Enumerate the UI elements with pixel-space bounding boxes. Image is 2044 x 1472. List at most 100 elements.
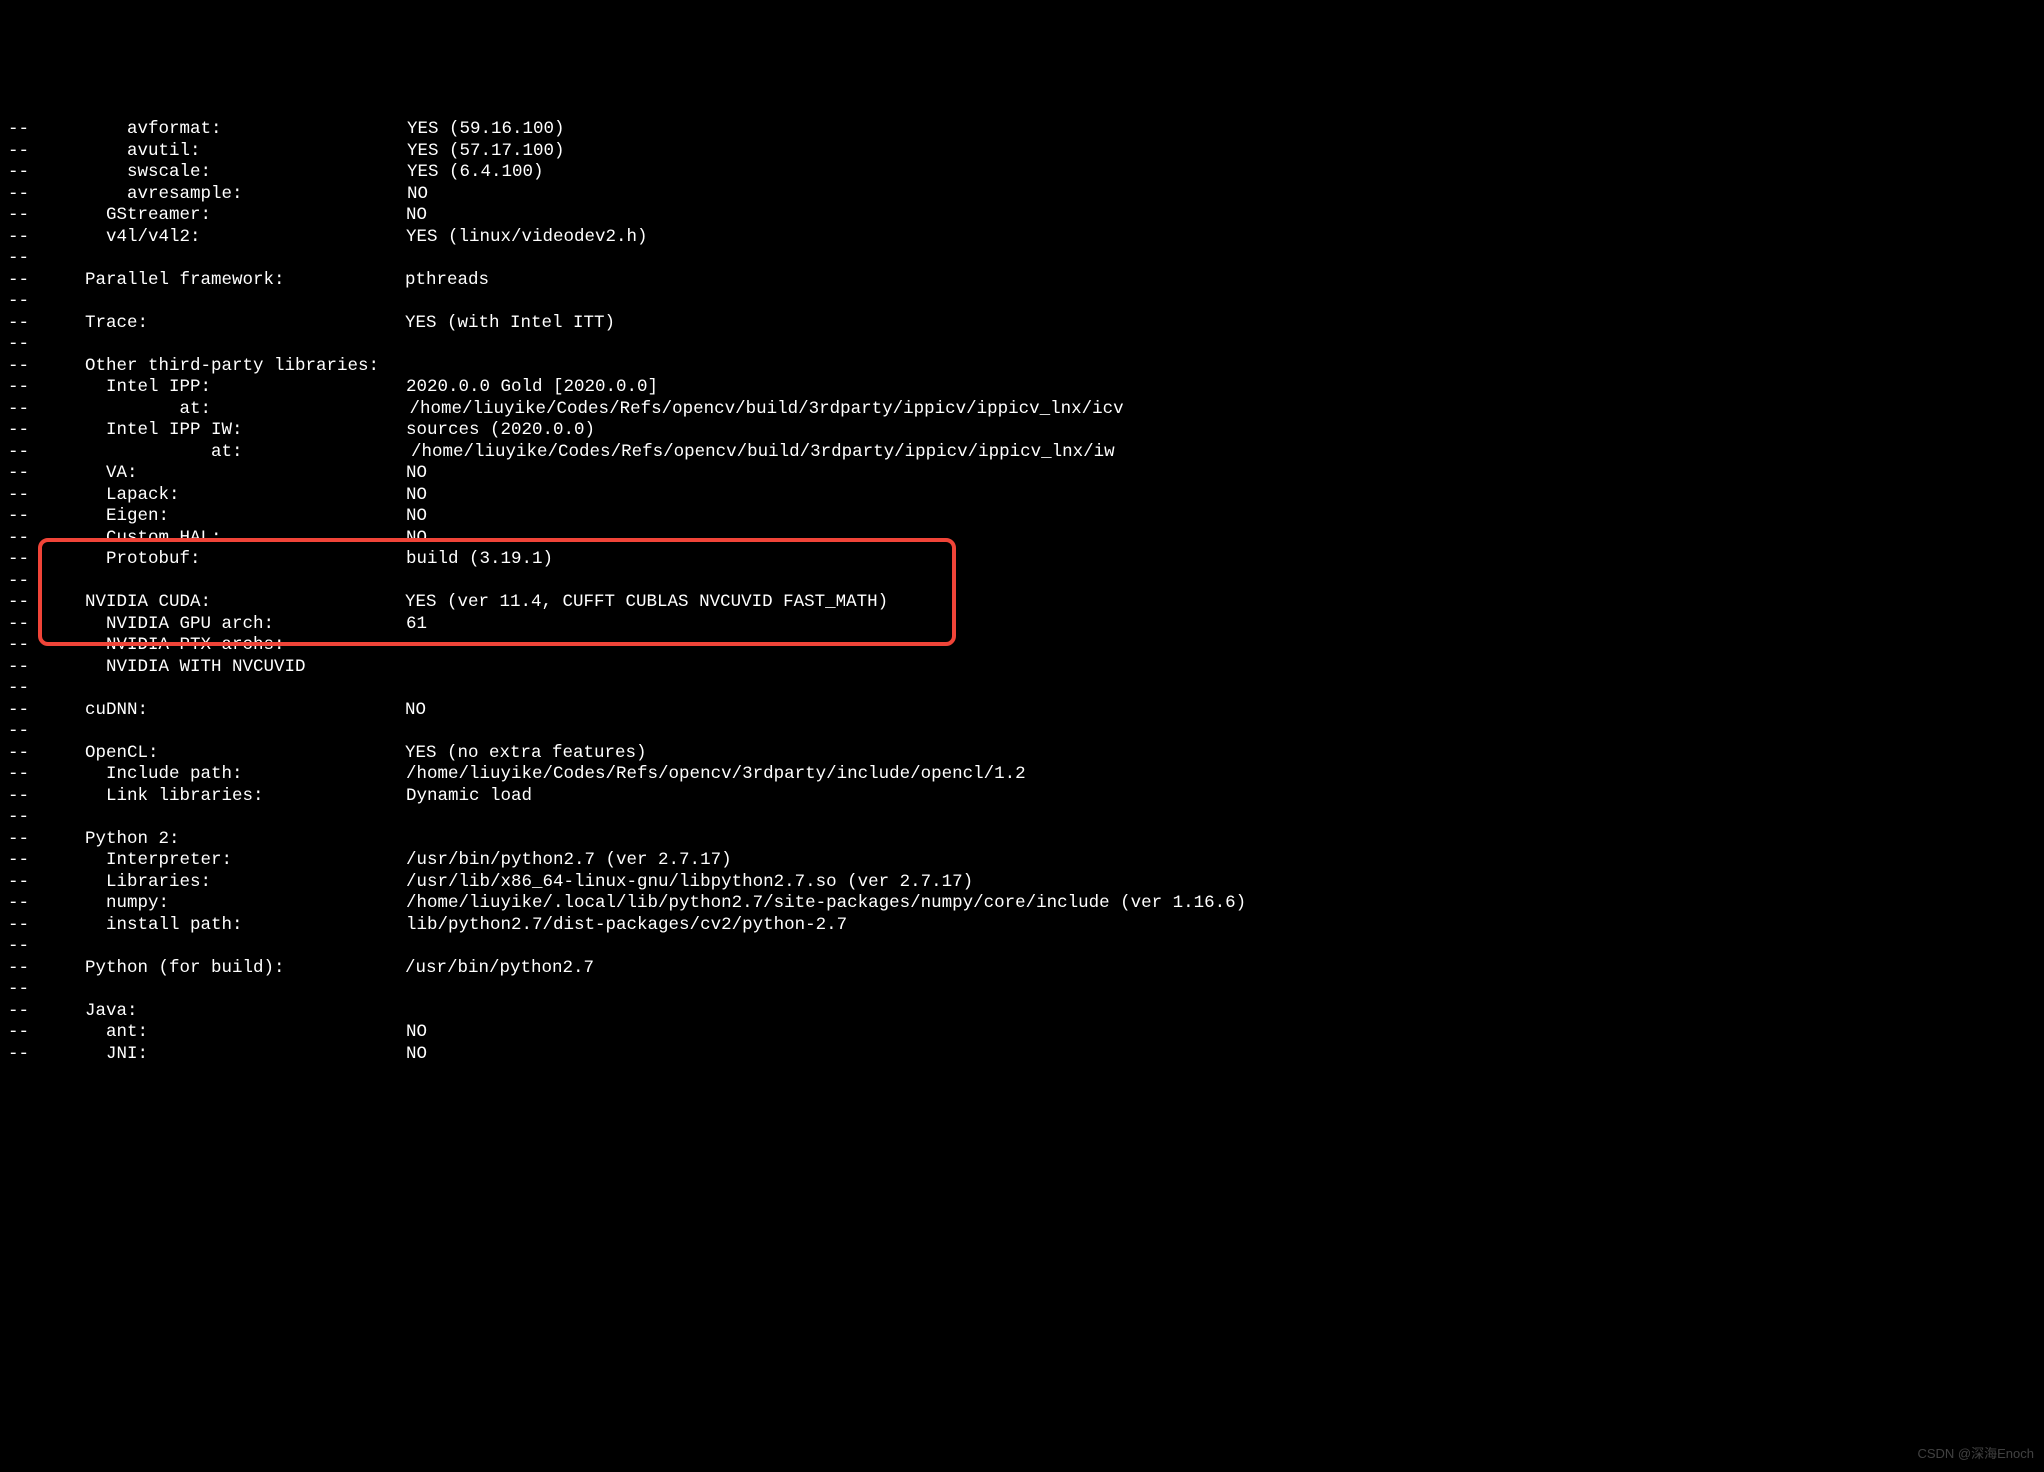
- line-prefix: --: [8, 291, 64, 313]
- config-value: YES (ver 11.4, CUFFT CUBLAS NVCUVID FAST…: [405, 592, 888, 614]
- config-label: Eigen:: [106, 506, 406, 528]
- line-prefix: --: [8, 205, 64, 227]
- terminal-line: -- NVIDIA GPU arch:61: [8, 614, 2036, 636]
- line-indent: [64, 420, 106, 442]
- config-value: pthreads: [405, 270, 489, 292]
- config-value: build (3.19.1): [406, 549, 553, 571]
- line-prefix: --: [8, 657, 64, 679]
- config-label: NVIDIA WITH NVCUVID: [106, 657, 406, 679]
- terminal-line: -- NVIDIA CUDA:YES (ver 11.4, CUFFT CUBL…: [8, 592, 2036, 614]
- config-label: Intel IPP IW:: [106, 420, 406, 442]
- line-prefix: --: [8, 979, 64, 1001]
- line-prefix: --: [8, 893, 64, 915]
- line-indent: [64, 764, 106, 786]
- terminal-line: -- Java:: [8, 1001, 2036, 1023]
- terminal-line: --: [8, 334, 2036, 356]
- config-value: 2020.0.0 Gold [2020.0.0]: [406, 377, 658, 399]
- line-prefix: --: [8, 592, 64, 614]
- config-label: Lapack:: [106, 485, 406, 507]
- config-label: Python (for build):: [85, 958, 405, 980]
- terminal-line: -- Interpreter:/usr/bin/python2.7 (ver 2…: [8, 850, 2036, 872]
- config-label: NVIDIA PTX archs:: [106, 635, 406, 657]
- terminal-line: -- OpenCL:YES (no extra features): [8, 743, 2036, 765]
- terminal-line: -- Other third-party libraries:: [8, 356, 2036, 378]
- terminal-line: -- at:/home/liuyike/Codes/Refs/opencv/bu…: [8, 442, 2036, 464]
- line-indent: [64, 786, 106, 808]
- line-indent: [64, 356, 85, 378]
- line-prefix: --: [8, 162, 64, 184]
- line-indent: [64, 1022, 106, 1044]
- config-label: NVIDIA GPU arch:: [106, 614, 406, 636]
- line-prefix: --: [8, 678, 64, 700]
- config-value: YES (59.16.100): [407, 119, 565, 141]
- line-prefix: --: [8, 184, 64, 206]
- line-prefix: --: [8, 936, 64, 958]
- config-value: /home/liuyike/Codes/Refs/opencv/3rdparty…: [406, 764, 1026, 786]
- line-indent: [64, 485, 106, 507]
- line-indent: [64, 743, 85, 765]
- line-indent: [64, 614, 106, 636]
- line-indent: [64, 700, 85, 722]
- config-value: 61: [406, 614, 427, 636]
- config-value: /usr/bin/python2.7: [405, 958, 594, 980]
- line-indent: [64, 399, 180, 421]
- line-prefix: --: [8, 227, 64, 249]
- config-value: /home/liuyike/Codes/Refs/opencv/build/3r…: [411, 442, 1115, 464]
- line-prefix: --: [8, 571, 64, 593]
- line-prefix: --: [8, 614, 64, 636]
- config-label: at:: [180, 399, 410, 421]
- line-prefix: --: [8, 721, 64, 743]
- config-label: Interpreter:: [106, 850, 406, 872]
- config-value: NO: [406, 1022, 427, 1044]
- line-prefix: --: [8, 1044, 64, 1066]
- config-label: avresample:: [127, 184, 407, 206]
- line-indent: [64, 657, 106, 679]
- config-value: lib/python2.7/dist-packages/cv2/python-2…: [406, 915, 847, 937]
- line-indent: [64, 915, 106, 937]
- config-value: /usr/lib/x86_64-linux-gnu/libpython2.7.s…: [406, 872, 973, 894]
- line-prefix: --: [8, 872, 64, 894]
- terminal-line: -- at:/home/liuyike/Codes/Refs/opencv/bu…: [8, 399, 2036, 421]
- terminal-line: -- JNI:NO: [8, 1044, 2036, 1066]
- terminal-line: --: [8, 807, 2036, 829]
- terminal-line: --: [8, 979, 2036, 1001]
- config-label: JNI:: [106, 1044, 406, 1066]
- terminal-line: -- VA:NO: [8, 463, 2036, 485]
- line-indent: [64, 313, 85, 335]
- terminal-line: --: [8, 571, 2036, 593]
- config-label: avformat:: [127, 119, 407, 141]
- config-label: Protobuf:: [106, 549, 406, 571]
- line-prefix: --: [8, 764, 64, 786]
- line-prefix: --: [8, 915, 64, 937]
- config-label: VA:: [106, 463, 406, 485]
- terminal-line: -- avutil:YES (57.17.100): [8, 141, 2036, 163]
- line-prefix: --: [8, 485, 64, 507]
- line-indent: [64, 1001, 85, 1023]
- config-value: NO: [406, 463, 427, 485]
- line-prefix: --: [8, 850, 64, 872]
- line-prefix: --: [8, 270, 64, 292]
- line-indent: [64, 270, 85, 292]
- terminal-line: -- Custom HAL:NO: [8, 528, 2036, 550]
- terminal-line: -- Parallel framework:pthreads: [8, 270, 2036, 292]
- terminal-line: -- Libraries:/usr/lib/x86_64-linux-gnu/l…: [8, 872, 2036, 894]
- config-label: v4l/v4l2:: [106, 227, 406, 249]
- line-prefix: --: [8, 420, 64, 442]
- line-indent: [64, 162, 127, 184]
- line-prefix: --: [8, 377, 64, 399]
- config-label: Link libraries:: [106, 786, 406, 808]
- config-label: swscale:: [127, 162, 407, 184]
- config-label: Python 2:: [85, 829, 405, 851]
- config-label: ant:: [106, 1022, 406, 1044]
- config-label: Trace:: [85, 313, 405, 335]
- config-value: YES (6.4.100): [407, 162, 544, 184]
- line-prefix: --: [8, 248, 64, 270]
- line-indent: [64, 227, 106, 249]
- config-label: cuDNN:: [85, 700, 405, 722]
- line-prefix: --: [8, 700, 64, 722]
- config-value: NO: [406, 485, 427, 507]
- line-indent: [64, 592, 85, 614]
- terminal-line: -- Intel IPP:2020.0.0 Gold [2020.0.0]: [8, 377, 2036, 399]
- terminal-line: -- swscale:YES (6.4.100): [8, 162, 2036, 184]
- line-indent: [64, 635, 106, 657]
